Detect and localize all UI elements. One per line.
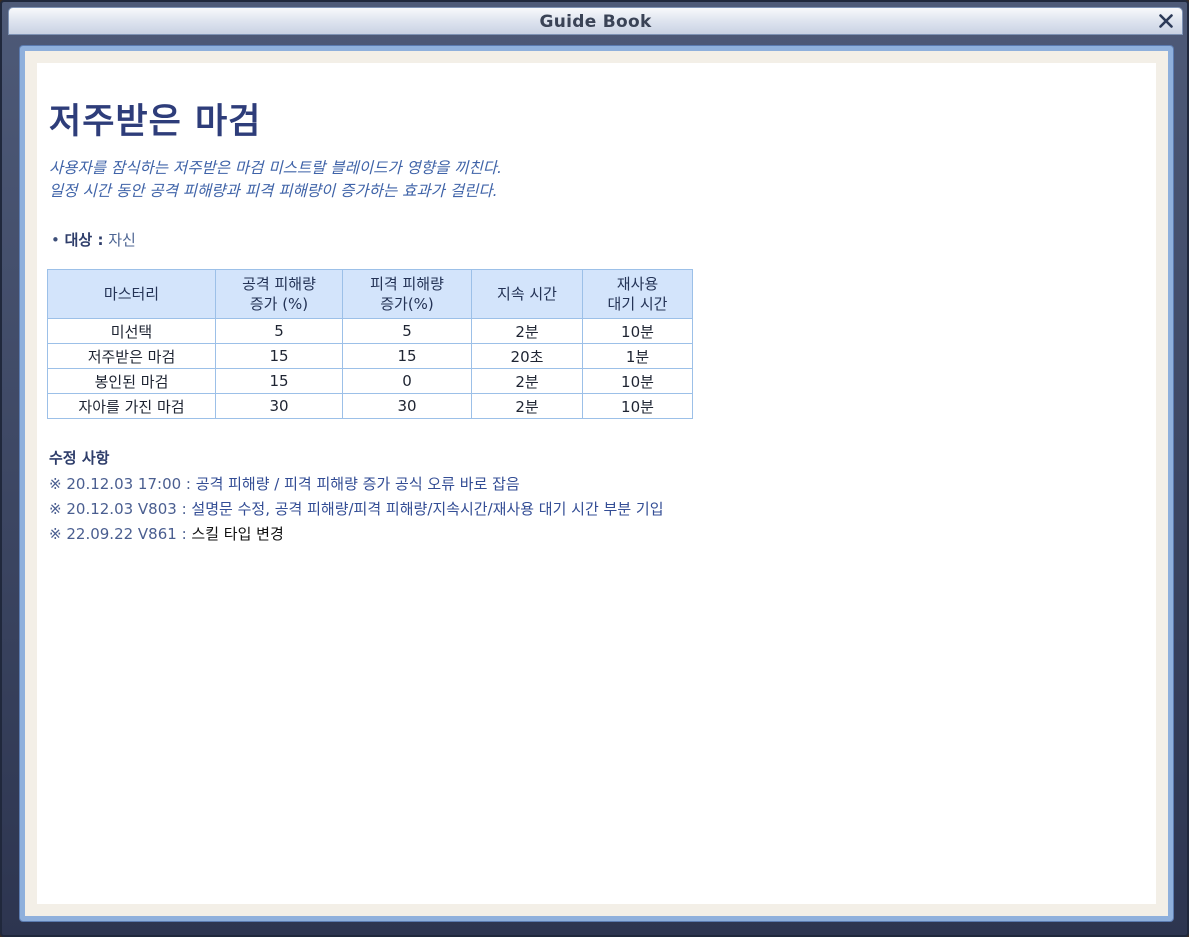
column-header-duration: 지속 시간 [471,269,583,319]
skill-title: 저주받은 마검 [49,102,262,142]
change-entry: ※ 22.09.22 V861 : 스킬 타입 변경 [49,522,664,547]
cell-duration: 2분 [471,318,583,344]
table-row: 미선택 5 5 2분 10분 [47,318,693,344]
cell-cooldown: 10분 [582,368,693,394]
cell-cooldown: 10분 [582,318,693,344]
cell-received-damage: 15 [342,343,472,369]
change-text: 공격 피해량 / 피격 피해량 증가 공식 오류 바로 잡음 [195,475,520,493]
description-line: 일정 시간 동안 공격 피해량과 피격 피해량이 증가하는 효과가 걸린다. [49,182,498,200]
table-row: 봉인된 마검 15 0 2분 10분 [47,368,693,394]
change-date: 20.12.03 17:00 : [66,475,191,493]
cell-attack-damage: 5 [215,318,343,344]
content-frame: 저주받은 마검 사용자를 잠식하는 저주받은 마검 미스트랄 블레이드가 영향을… [20,46,1173,921]
table-row: 자아를 가진 마검 30 30 2분 10분 [47,393,693,419]
change-date: 20.12.03 V803 : [66,500,187,518]
reference-mark: ※ [49,500,62,518]
changes-list: ※ 20.12.03 17:00 : 공격 피해량 / 피격 피해량 증가 공식… [49,472,664,547]
guide-content[interactable]: 저주받은 마검 사용자를 잠식하는 저주받은 마검 미스트랄 블레이드가 영향을… [37,63,1156,904]
guide-book-window: Guide Book 저주받은 마검 사용자를 잠식하는 저주받은 마검 미스트… [0,0,1189,937]
cell-cooldown: 1분 [582,343,693,369]
reference-mark: ※ [49,525,62,543]
target-line: • 대상 : 자신 [51,229,136,250]
close-button[interactable] [1154,9,1178,33]
cell-duration: 20초 [471,343,583,369]
change-text: 스킬 타입 변경 [191,525,284,543]
change-entry: ※ 20.12.03 17:00 : 공격 피해량 / 피격 피해량 증가 공식… [49,472,664,497]
cell-duration: 2분 [471,393,583,419]
bullet: • [51,231,65,249]
column-header-cooldown: 재사용 대기 시간 [582,269,693,319]
cell-attack-damage: 30 [215,393,343,419]
cell-received-damage: 5 [342,318,472,344]
cell-mastery: 자아를 가진 마검 [47,393,216,419]
description-line: 사용자를 잠식하는 저주받은 마검 미스트랄 블레이드가 영향을 끼친다. [49,159,502,177]
title-bar[interactable]: Guide Book [8,7,1183,35]
close-icon [1159,14,1173,28]
reference-mark: ※ [49,475,62,493]
cell-received-damage: 30 [342,393,472,419]
cell-mastery: 저주받은 마검 [47,343,216,369]
cell-mastery: 봉인된 마검 [47,368,216,394]
column-header-received-damage: 피격 피해량 증가(%) [342,269,472,319]
cell-received-damage: 0 [342,368,472,394]
cell-duration: 2분 [471,368,583,394]
cell-attack-damage: 15 [215,343,343,369]
change-entry: ※ 20.12.03 V803 : 설명문 수정, 공격 피해량/피격 피해량/… [49,497,664,522]
cell-cooldown: 10분 [582,393,693,419]
change-text: 설명문 수정, 공격 피해량/피격 피해량/지속시간/재사용 대기 시간 부분 … [191,500,664,518]
cell-attack-damage: 15 [215,368,343,394]
target-label: 대상 : [64,231,104,249]
change-date: 22.09.22 V861 : [66,525,187,543]
window-title: Guide Book [539,12,652,32]
skill-description: 사용자를 잠식하는 저주받은 마검 미스트랄 블레이드가 영향을 끼친다. 일정… [49,157,502,203]
cell-mastery: 미선택 [47,318,216,344]
changes-title: 수정 사항 [49,449,110,467]
table-header-row: 마스터리 공격 피해량 증가 (%) 피격 피해량 증가(%) 지속 시간 재사용 대… [47,269,693,319]
column-header-mastery: 마스터리 [47,269,216,319]
column-header-attack-damage: 공격 피해량 증가 (%) [215,269,343,319]
skill-stats-table: 마스터리 공격 피해량 증가 (%) 피격 피해량 증가(%) 지속 시간 재사용 대… [47,269,693,419]
target-value: 자신 [108,231,136,249]
table-row: 저주받은 마검 15 15 20초 1분 [47,343,693,369]
